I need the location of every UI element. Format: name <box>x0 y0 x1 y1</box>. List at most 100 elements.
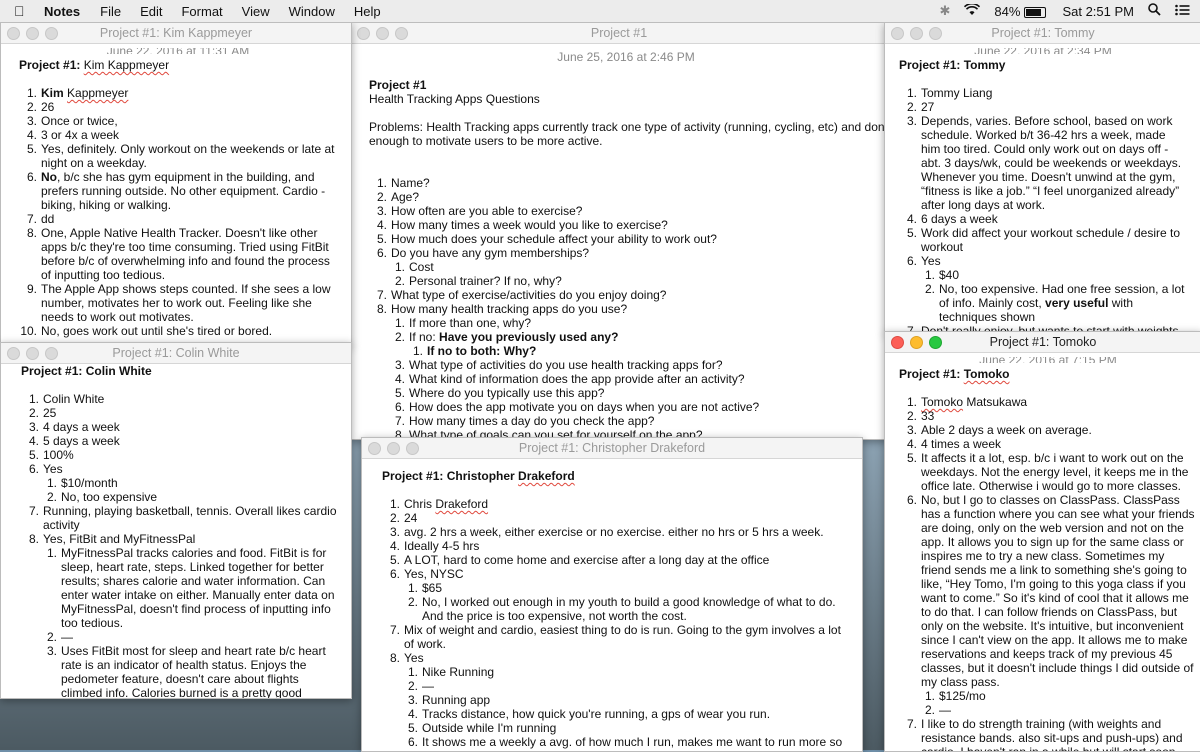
list-number: 2. <box>46 630 57 644</box>
note-window-tomoko[interactable]: Project #1: Tomoko June 22, 2016 at 7:15… <box>884 331 1200 752</box>
list-item: 1. Chris Drakeford <box>382 497 848 511</box>
text-run: Tomoko <box>921 395 964 409</box>
note-body[interactable]: June 22, 2016 at 11:31 AM Project #1: Ki… <box>1 44 351 338</box>
menu-bar:  Notes File Edit Format View Window Hel… <box>0 0 1200 23</box>
list-text: — <box>422 679 848 693</box>
clock[interactable]: Sat 2:51 PM <box>1062 4 1134 19</box>
text-run: MyFitnessPal tracks calories and food. F… <box>61 546 338 630</box>
list-number: 3. <box>906 423 917 437</box>
list-item: 3. What type of activities do you use hea… <box>369 358 883 372</box>
list-item: 4. Tracks distance, how quick you're runn… <box>382 707 848 721</box>
list-item: 2. No, too expensive. Had one free sessio… <box>899 282 1187 324</box>
apple-icon[interactable]:  <box>14 3 32 19</box>
list-item: 8. Yes <box>382 651 848 665</box>
menu-file[interactable]: File <box>100 4 121 19</box>
list-item: 5. How much does your schedule affect you… <box>369 232 883 246</box>
note-date: June 22, 2016 at 7:15 PM <box>899 357 1197 363</box>
window-title: Project #1: Christopher Drakeford <box>518 441 706 455</box>
list-text: Colin White <box>43 392 337 406</box>
list-text: 4 times a week <box>921 437 1197 451</box>
list-number: 2. <box>389 511 400 525</box>
menu-app-name[interactable]: Notes <box>44 4 80 19</box>
title-bar[interactable]: Project #1: Christopher Drakeford <box>362 438 862 459</box>
text-run: Kim <box>41 86 64 100</box>
note-body[interactable]: June 22, 2016 at 7:15 PM Project #1: Tom… <box>885 353 1200 751</box>
spotlight-search-icon[interactable] <box>1148 3 1161 19</box>
note-body[interactable]: June 22, 2016 at 2:34 PM Project #1: Tom… <box>885 44 1200 333</box>
text-run: Once or twice, <box>41 114 118 128</box>
note-body[interactable]: Project #1: Colin White 1. Colin White 2. 2… <box>1 364 351 698</box>
text-run: $40 <box>939 268 960 282</box>
list-text: How much does your schedule affect your … <box>391 232 883 246</box>
list-number: 5. <box>394 386 405 400</box>
list-text: $10/month <box>61 476 337 490</box>
list-item: 4. 5 days a week <box>21 434 337 448</box>
window-title: Project #1: Colin White <box>112 346 240 360</box>
text-run: 100% <box>43 448 74 462</box>
list-text: $65 <box>422 581 848 595</box>
questions-list: 1. Name? 2. Age? 3. How often are you able to… <box>369 176 883 439</box>
menu-format[interactable]: Format <box>181 4 222 19</box>
list-item: 5. Yes, definitely. Only workout on the w… <box>19 142 337 170</box>
menu-view[interactable]: View <box>242 4 270 19</box>
list-item: 1. $125/mo <box>899 689 1197 703</box>
text-run: — <box>422 679 434 693</box>
list-text: Yes, NYSC <box>404 567 848 581</box>
text-run: No, goes work out until she's tired or b… <box>41 324 273 338</box>
list-number: 8. <box>26 226 37 240</box>
text-run: Do you have any gym memberships? <box>391 246 590 260</box>
title-bar[interactable]: Project #1: Colin White <box>1 343 351 364</box>
text-run: , b/c she has gym equipment in the build… <box>41 170 326 212</box>
note-window-chris[interactable]: Project #1: Christopher Drakeford Projec… <box>361 437 863 752</box>
title-bar[interactable]: Project #1: Tommy <box>885 23 1200 44</box>
note-body[interactable]: Project #1: Christopher Drakeford 1. Chri… <box>362 459 862 751</box>
list-number: 4. <box>906 212 917 226</box>
title-bar[interactable]: Project #1: Kim Kappmeyer <box>1 23 351 44</box>
list-text: Do you have any gym memberships? <box>391 246 883 260</box>
text-run: 27 <box>921 100 935 114</box>
menu-window[interactable]: Window <box>289 4 335 19</box>
bluetooth-icon[interactable]: ✱ <box>940 3 951 19</box>
wifi-icon[interactable] <box>964 2 981 19</box>
list-number: 3. <box>46 644 57 658</box>
list-text: No, but I go to classes on ClassPass. Cl… <box>921 493 1197 689</box>
notification-center-icon[interactable] <box>1175 4 1190 19</box>
note-window-tommy[interactable]: Project #1: Tommy June 22, 2016 at 2:34 … <box>884 22 1200 334</box>
title-bar[interactable]: Project #1 <box>351 23 887 44</box>
list-text: No, too expensive. Had one free session,… <box>939 282 1187 324</box>
list-text: Personal trainer? If no, why? <box>409 274 883 288</box>
list-number: 2. <box>924 282 935 296</box>
list-item: 4. 3 or 4x a week <box>19 128 337 142</box>
list-item: 5. Where do you typically use this app? <box>369 386 883 400</box>
list-number: 6. <box>394 400 405 414</box>
list-item: 8. Yes, FitBit and MyFitnessPal <box>21 532 337 546</box>
note-body[interactable]: June 25, 2016 at 2:46 PM Project #1 Heal… <box>351 44 887 439</box>
list-number: 1. <box>26 86 37 100</box>
text-run: The Apple App shows steps counted. If sh… <box>41 282 334 324</box>
text-run: Colin White <box>43 392 105 406</box>
list-number: 1. <box>376 176 387 190</box>
answers-list: 1. Colin White 2. 25 3. 4 days a week 4. 5 days… <box>21 392 338 698</box>
list-number: 2. <box>924 703 935 717</box>
list-number: 3. <box>407 693 418 707</box>
note-window-kim[interactable]: Project #1: Kim Kappmeyer June 22, 2016 … <box>0 22 352 346</box>
title-bar[interactable]: Project #1: Tomoko <box>885 332 1200 353</box>
text-run: How often are you able to exercise? <box>391 204 583 218</box>
note-window-colin[interactable]: Project #1: Colin White Project #1: Coli… <box>0 342 352 699</box>
note-date: June 22, 2016 at 11:31 AM <box>19 48 337 54</box>
note-header: Project #1: Colin White <box>21 364 152 378</box>
text-run: No, I worked out enough in my youth to b… <box>422 595 839 623</box>
text-run: 4 days a week <box>43 420 120 434</box>
list-text: One, Apple Native Health Tracker. Doesn'… <box>41 226 337 282</box>
menu-help[interactable]: Help <box>354 4 381 19</box>
battery-icon[interactable] <box>1024 4 1047 19</box>
text-run: 4 times a week <box>921 437 1002 451</box>
text-run: dd <box>41 212 55 226</box>
note-window-questions[interactable]: Project #1 June 25, 2016 at 2:46 PM Proj… <box>350 22 888 440</box>
list-number: 8. <box>376 302 387 316</box>
list-text: 5 days a week <box>43 434 337 448</box>
list-item: 2. 24 <box>382 511 848 525</box>
window-title: Project #1: Tomoko <box>989 335 1097 349</box>
list-number: 2. <box>46 490 57 504</box>
menu-edit[interactable]: Edit <box>140 4 162 19</box>
